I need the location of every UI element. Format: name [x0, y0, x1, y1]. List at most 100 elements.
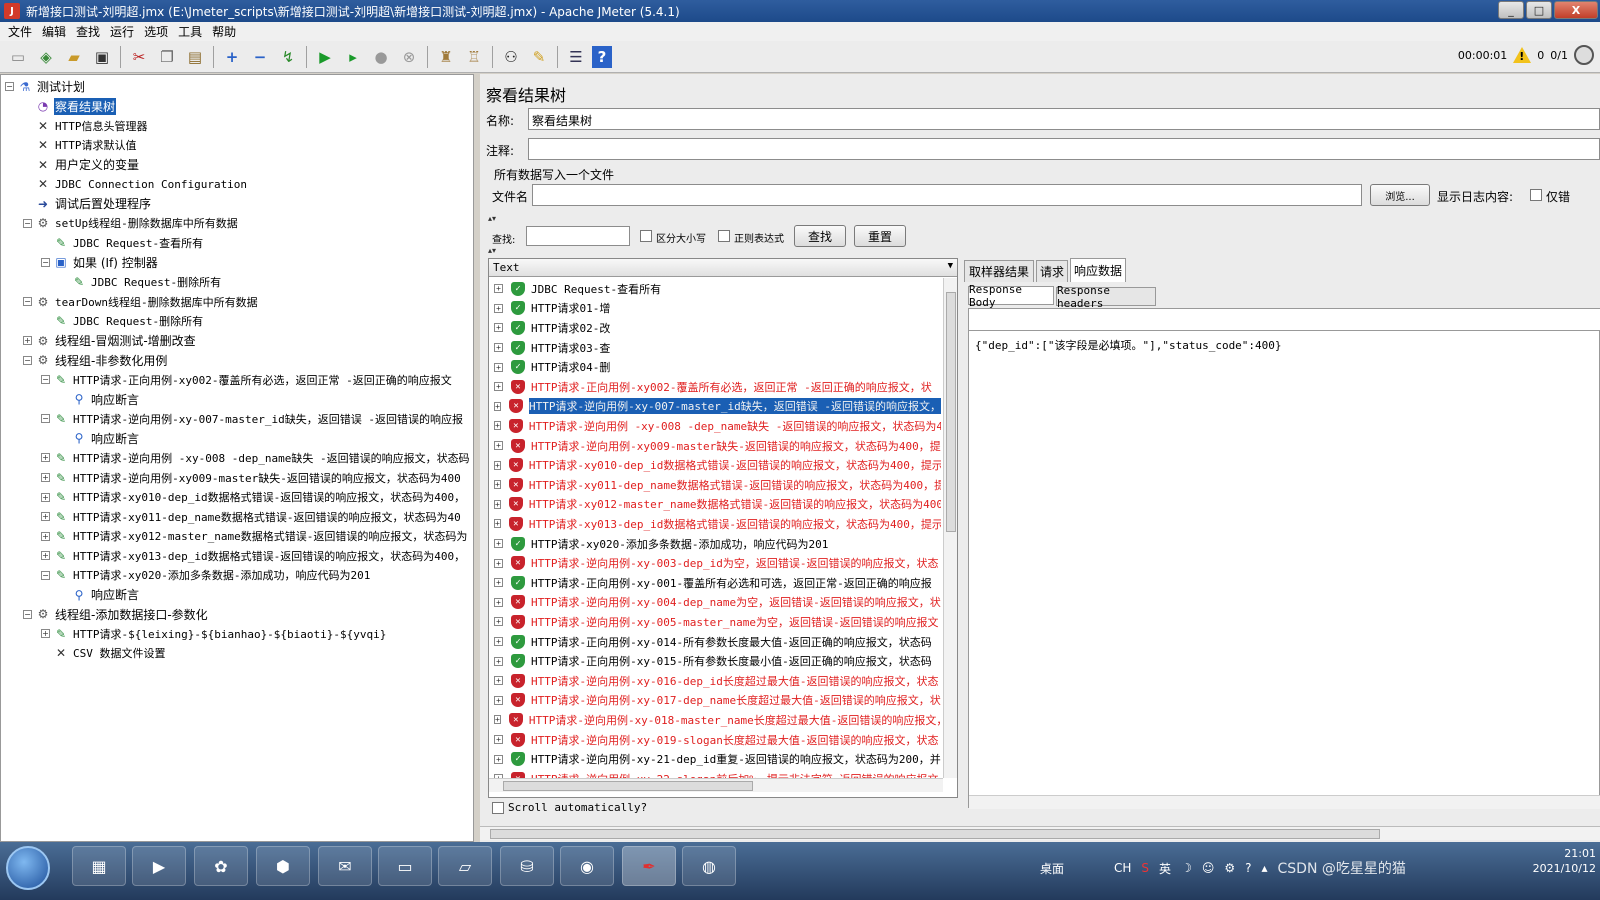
- photo-taskbar-button[interactable]: ✿: [194, 846, 248, 886]
- language-indicator[interactable]: CH: [1114, 861, 1131, 875]
- result-row[interactable]: + ✕ HTTP请求-逆向用例-xy-017-dep_name长度超过最大值-返回错…: [489, 691, 941, 711]
- result-row[interactable]: + ✓ HTTP请求01-增: [489, 299, 941, 319]
- tree-node[interactable]: − ⚙ 线程组-非参数化用例: [23, 351, 168, 370]
- tree-node[interactable]: + ✎ HTTP请求-xy012-master_name数据格式错误-返回错误的响应…: [41, 527, 468, 546]
- tree-node[interactable]: + ✎ HTTP请求-${leixing}-${bianhao}-${biaoti}…: [41, 624, 387, 643]
- explorer-taskbar-button[interactable]: ▦: [72, 846, 126, 886]
- expand-node-icon[interactable]: +: [494, 578, 503, 588]
- shutdown-icon[interactable]: ⊗: [397, 45, 421, 69]
- errors-only-checkbox[interactable]: [1530, 189, 1542, 201]
- result-row[interactable]: + ✓ HTTP请求02-改: [489, 318, 941, 338]
- result-row[interactable]: + ✓ HTTP请求-正向用例-xy-014-所有参数长度最大值-返回正确的响应报文…: [489, 632, 941, 652]
- menu-run[interactable]: 运行: [105, 23, 139, 40]
- expand-node-icon[interactable]: +: [494, 754, 503, 764]
- ime-s-icon[interactable]: S: [1141, 861, 1149, 875]
- help-tray-icon[interactable]: ?: [1245, 861, 1251, 875]
- result-row[interactable]: + ✕ HTTP请求-逆向用例-xy-004-dep_name为空，返回错误-返回错…: [489, 593, 941, 613]
- result-row[interactable]: + ✓ JDBC Request-查看所有: [489, 279, 941, 299]
- scrollbar-thumb[interactable]: [503, 781, 753, 791]
- expand-node-icon[interactable]: +: [494, 676, 503, 686]
- expand-node-icon[interactable]: +: [41, 492, 50, 502]
- tab-request[interactable]: 请求: [1036, 260, 1068, 282]
- response-search-field[interactable]: [969, 309, 1600, 331]
- wechat-taskbar-button[interactable]: ✉: [318, 846, 372, 886]
- ime-mode[interactable]: 英: [1159, 860, 1171, 877]
- tab-response-body[interactable]: Response Body: [968, 283, 1054, 309]
- expand-node-icon[interactable]: +: [494, 558, 503, 568]
- tree-node[interactable]: ✎ JDBC Request-查看所有: [41, 233, 204, 252]
- result-row[interactable]: + ✕ HTTP请求-逆向用例-xy-005-master_name为空，返回错误-…: [489, 612, 941, 632]
- result-row[interactable]: + ✓ HTTP请求-正向用例-xy-015-所有参数长度最小值-返回正确的响应报文…: [489, 651, 941, 671]
- menu-tools[interactable]: 工具: [173, 23, 207, 40]
- tree-node[interactable]: ⚲ 响应断言: [59, 429, 140, 448]
- tab-sampler-result[interactable]: 取样器结果: [964, 260, 1034, 282]
- collapse-node-icon[interactable]: −: [5, 82, 14, 91]
- result-row[interactable]: + ✓ HTTP请求-正向用例-xy-001-覆盖所有必选和可选，返回正常-返回正确…: [489, 573, 941, 593]
- tree-node[interactable]: − ▣ 如果 (If) 控制器: [41, 253, 159, 272]
- scroll-auto-checkbox[interactable]: [492, 802, 504, 814]
- expand-node-icon[interactable]: +: [41, 629, 50, 639]
- result-row[interactable]: + ✕ HTTP请求-逆向用例-xy009-master缺失-返回错误的响应报文，状…: [489, 436, 941, 456]
- cut-icon[interactable]: ✂: [127, 45, 151, 69]
- cmd-taskbar-button[interactable]: ▭: [378, 846, 432, 886]
- tab-response-data[interactable]: 响应数据: [1070, 258, 1126, 282]
- comment-input[interactable]: [528, 138, 1600, 160]
- collapse-node-icon[interactable]: −: [41, 375, 50, 385]
- collapse-node-icon[interactable]: −: [41, 570, 50, 580]
- reset-button[interactable]: 重置: [854, 225, 906, 247]
- tree-node[interactable]: + ✎ HTTP请求-逆向用例-xy009-master缺失-返回错误的响应报文，状…: [41, 468, 462, 487]
- tree-node[interactable]: − ⚙ setUp线程组-删除数据库中所有数据: [23, 214, 239, 233]
- expand-node-icon[interactable]: +: [494, 323, 503, 333]
- result-row[interactable]: + ✕ HTTP请求-逆向用例-xy-007-master_id缺失，返回错误 -返…: [489, 397, 941, 417]
- new-icon[interactable]: ▭: [6, 45, 30, 69]
- result-row[interactable]: + ✕ HTTP请求-xy011-dep_name数据格式错误-返回错误的响应报文，…: [489, 475, 941, 495]
- results-vertical-scrollbar[interactable]: [943, 278, 957, 778]
- open-icon[interactable]: ▰: [62, 45, 86, 69]
- templates-icon[interactable]: ◈: [34, 45, 58, 69]
- scrollbar-thumb[interactable]: [490, 829, 1380, 839]
- search-input[interactable]: [526, 226, 630, 246]
- expand-node-icon[interactable]: +: [494, 617, 503, 627]
- cts-taskbar-button[interactable]: ◉: [560, 846, 614, 886]
- expand-node-icon[interactable]: +: [494, 597, 503, 607]
- browse-button[interactable]: 浏览...: [1370, 184, 1430, 206]
- menu-file[interactable]: 文件: [3, 23, 37, 40]
- start-no-pause-icon[interactable]: ▸: [341, 45, 365, 69]
- expand-node-icon[interactable]: +: [494, 480, 501, 490]
- tree-node[interactable]: ✎ JDBC Request-删除所有: [41, 312, 204, 331]
- tree-node[interactable]: + ✎ HTTP请求-xy013-dep_id数据格式错误-返回错误的响应报文，状态…: [41, 546, 466, 565]
- stop-icon[interactable]: ●: [369, 45, 393, 69]
- tree-node[interactable]: − ✎ HTTP请求-逆向用例-xy-007-master_id缺失，返回错误 -返…: [41, 409, 464, 428]
- collapse-node-icon[interactable]: −: [23, 355, 32, 365]
- expand-node-icon[interactable]: +: [494, 441, 503, 451]
- expand-node-icon[interactable]: +: [41, 531, 50, 541]
- media-taskbar-button[interactable]: ▶: [132, 846, 186, 886]
- copy-icon[interactable]: ❐: [155, 45, 179, 69]
- start-icon[interactable]: ▶: [313, 45, 337, 69]
- scrollbar-thumb[interactable]: [946, 292, 956, 532]
- filename-input[interactable]: [532, 184, 1362, 206]
- tree-node[interactable]: ◔ 察看结果树: [23, 97, 117, 116]
- collapse-node-icon[interactable]: −: [41, 414, 50, 424]
- reset-search-icon[interactable]: ✎: [527, 45, 551, 69]
- expand-node-icon[interactable]: +: [494, 382, 503, 392]
- notepad-taskbar-button[interactable]: ▱: [438, 846, 492, 886]
- tab-response-headers[interactable]: Response headers: [1056, 284, 1156, 310]
- tree-node[interactable]: − ⚙ 线程组-添加数据接口-参数化: [23, 605, 209, 624]
- warning-icon[interactable]: [1513, 47, 1532, 63]
- expand-node-icon[interactable]: +: [494, 401, 502, 411]
- test-plan-tree[interactable]: − ⚗ 测试计划 ◔ 察看结果树 ✕ HTTP信息头管理器 ✕ HTTP请求默认值 ✕ 用户定义的变…: [0, 74, 474, 842]
- regex-checkbox[interactable]: [718, 230, 730, 242]
- collapse-node-icon[interactable]: −: [41, 257, 50, 267]
- menu-help[interactable]: 帮助: [207, 23, 241, 40]
- result-row[interactable]: + ✕ HTTP请求-逆向用例-xy-003-dep_id为空，返回错误-返回错误的…: [489, 553, 941, 573]
- expand-node-icon[interactable]: +: [494, 499, 501, 509]
- result-row[interactable]: + ✕ HTTP请求-逆向用例-xy-016-dep_id长度超过最大值-返回错误的…: [489, 671, 941, 691]
- minimize-button[interactable]: _: [1498, 1, 1524, 19]
- expand-node-icon[interactable]: +: [494, 656, 503, 666]
- jmeter-taskbar-button[interactable]: ✒: [622, 846, 676, 886]
- result-row[interactable]: + ✓ HTTP请求-xy020-添加多条数据-添加成功，响应代码为201: [489, 534, 941, 554]
- response-horizontal-scrollbar[interactable]: [969, 795, 1600, 809]
- clear-all-icon[interactable]: ♖: [462, 45, 486, 69]
- expand-node-icon[interactable]: +: [494, 695, 503, 705]
